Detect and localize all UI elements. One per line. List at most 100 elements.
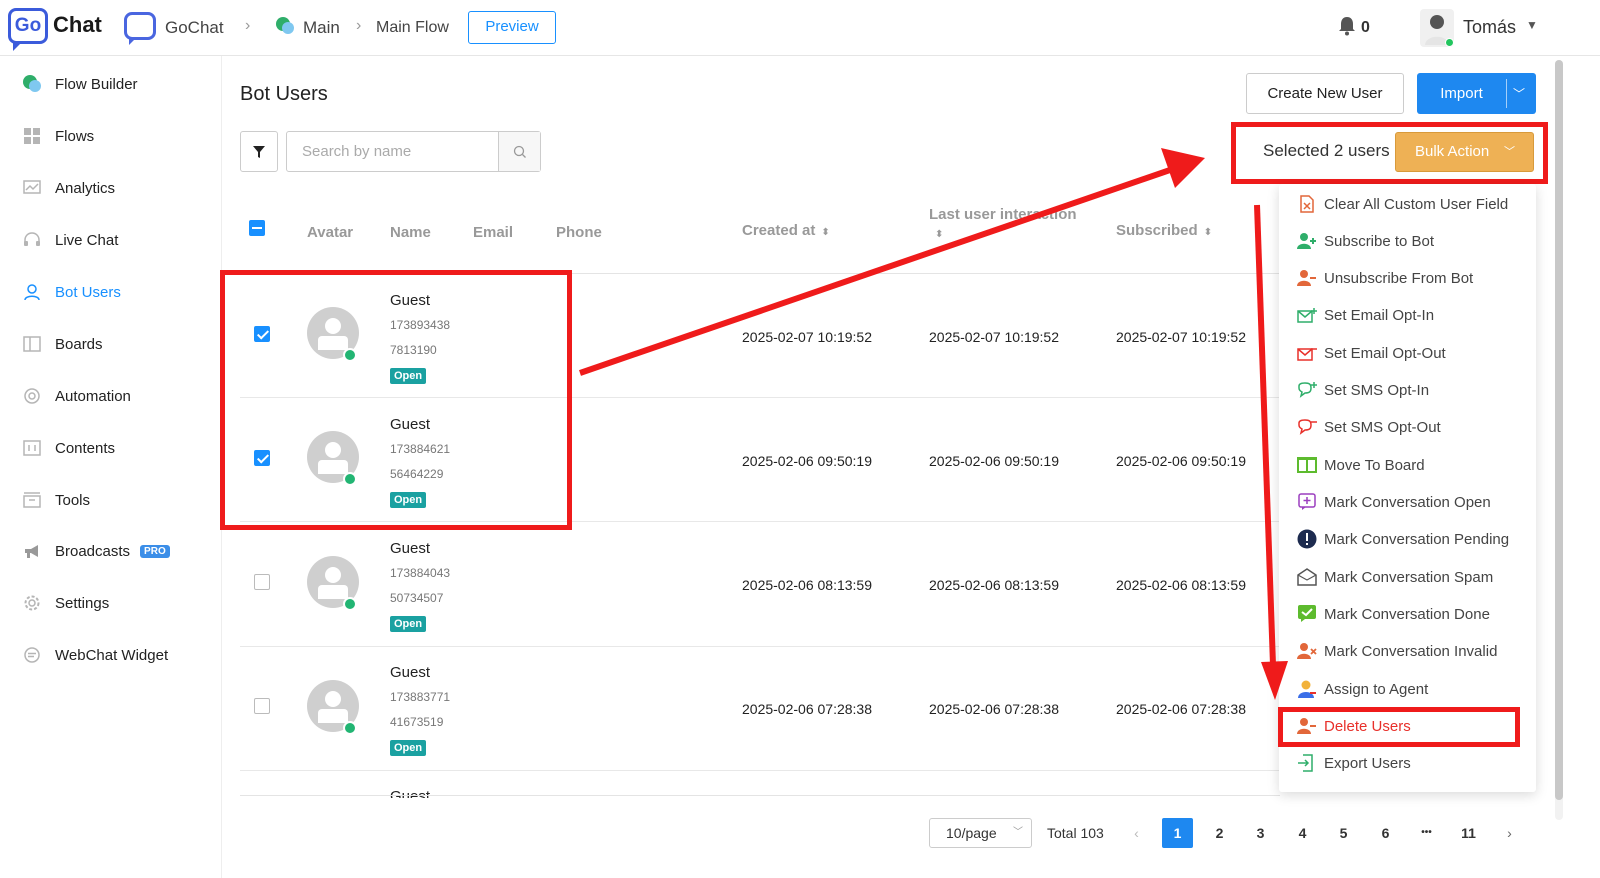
sidebar-item-broadcasts[interactable]: Broadcasts PRO [22, 538, 212, 564]
menu-item-sms-opt-in[interactable]: Set SMS Opt-In [1297, 377, 1527, 403]
user-name[interactable]: Tomás [1463, 17, 1516, 38]
board-icon [22, 334, 42, 354]
menu-item-unsubscribe[interactable]: Unsubscribe From Bot [1297, 265, 1527, 291]
megaphone-icon [22, 541, 42, 561]
menu-item-sms-opt-out[interactable]: Set SMS Opt-Out [1297, 414, 1527, 440]
column-email: Email [473, 224, 514, 241]
menu-item-label: Assign to Agent [1324, 680, 1429, 698]
table-row[interactable]: Guest 173883771 41673519 Open 2025-02-06… [240, 647, 1280, 771]
chat-widget-icon [22, 645, 42, 665]
chevron-down-icon[interactable]: ▼ [1526, 18, 1538, 32]
user-name-cell[interactable]: Guest [390, 788, 430, 798]
import-button[interactable]: Import ﹀ [1417, 73, 1536, 114]
page-button[interactable]: 11 [1453, 818, 1484, 848]
prev-page-button[interactable]: ‹ [1121, 818, 1152, 848]
menu-item-conversation-done[interactable]: Mark Conversation Done [1297, 601, 1527, 627]
menu-item-export-users[interactable]: Export Users [1297, 750, 1527, 776]
page-button[interactable]: 3 [1245, 818, 1276, 848]
last-interaction-cell: 2025-02-06 07:28:38 [929, 701, 1059, 717]
logo-chat: Chat [53, 12, 102, 37]
user-name-cell[interactable]: Guest [390, 540, 430, 557]
agent-icon [1297, 679, 1317, 699]
row-checkbox[interactable] [254, 698, 270, 714]
sidebar-item-analytics[interactable]: Analytics [22, 175, 212, 201]
sidebar-item-automation[interactable]: Automation [22, 383, 212, 409]
sidebar-item-label: Automation [55, 387, 131, 405]
table-row[interactable]: Guest 173884043 50734507 Open 2025-02-06… [240, 523, 1280, 647]
page-button[interactable]: 2 [1204, 818, 1235, 848]
user-avatar[interactable] [1420, 9, 1454, 47]
user-minus-icon [1297, 268, 1317, 288]
workspace-name[interactable]: GoChat [165, 18, 224, 38]
chevron-down-icon[interactable]: ﹀ [1513, 85, 1525, 102]
sort-icon[interactable]: ⬍ [935, 229, 943, 240]
user-id-line2: 50734507 [390, 591, 444, 605]
search-input[interactable] [287, 132, 498, 171]
menu-item-move-to-board[interactable]: Move To Board [1297, 452, 1527, 478]
top-header: Go Chat GoChat › Main › Main Flow Previe… [0, 0, 1600, 56]
page-button[interactable]: 6 [1370, 818, 1401, 848]
breadcrumb-main[interactable]: Main [303, 18, 340, 38]
webchat-channel-icon [343, 721, 357, 735]
column-subscribed[interactable]: Subscribed ⬍ [1116, 222, 1212, 239]
user-name-cell[interactable]: Guest [390, 664, 430, 681]
sort-icon[interactable]: ⬍ [821, 227, 829, 238]
sidebar-item-tools[interactable]: Tools [22, 487, 212, 513]
next-page-button[interactable]: › [1494, 818, 1525, 848]
menu-item-label: Mark Conversation Invalid [1324, 642, 1498, 660]
sidebar-item-label: Bot Users [55, 283, 121, 301]
annotation-highlight-delete [1278, 707, 1520, 747]
subscribed-cell: 2025-02-06 09:50:19 [1116, 453, 1246, 469]
user-plus-icon [1297, 231, 1317, 251]
menu-item-email-opt-out[interactable]: Set Email Opt-Out [1297, 340, 1527, 366]
sidebar-item-webchat-widget[interactable]: WebChat Widget [22, 642, 212, 668]
import-divider [1506, 79, 1507, 108]
automation-icon [22, 386, 42, 406]
bell-icon[interactable] [1338, 16, 1356, 36]
page-size-value: 10/page [946, 825, 997, 841]
menu-item-conversation-pending[interactable]: Mark Conversation Pending [1297, 526, 1527, 552]
menu-item-email-opt-in[interactable]: Set Email Opt-In [1297, 302, 1527, 328]
menu-item-label: Export Users [1324, 754, 1411, 772]
preview-button[interactable]: Preview [468, 11, 556, 44]
flow-builder-icon [22, 74, 42, 94]
user-id-line1: 173883771 [390, 690, 451, 704]
scrollbar[interactable] [1555, 60, 1563, 820]
page-button[interactable]: 5 [1328, 818, 1359, 848]
page-button[interactable]: 1 [1162, 818, 1193, 848]
page-button[interactable]: 4 [1287, 818, 1318, 848]
sidebar-item-flows[interactable]: Flows [22, 123, 212, 149]
menu-item-clear-fields[interactable]: Clear All Custom User Field [1297, 191, 1527, 217]
sidebar-item-settings[interactable]: Settings [22, 590, 212, 616]
spam-icon [1297, 567, 1317, 587]
select-all-checkbox[interactable] [249, 220, 265, 236]
sidebar-item-bot-users[interactable]: Bot Users [22, 279, 212, 305]
board-move-icon [1297, 455, 1317, 475]
sort-icon[interactable]: ⬍ [1204, 227, 1212, 238]
menu-item-label: Mark Conversation Pending [1324, 530, 1510, 548]
create-new-user-button[interactable]: Create New User [1246, 73, 1404, 114]
menu-item-subscribe[interactable]: Subscribe to Bot [1297, 228, 1527, 254]
sidebar-item-contents[interactable]: Contents [22, 435, 212, 461]
filter-button[interactable] [240, 131, 278, 172]
menu-item-conversation-spam[interactable]: Mark Conversation Spam [1297, 564, 1527, 590]
breadcrumb-flow[interactable]: Main Flow [376, 19, 449, 37]
table-bottom-divider [240, 795, 1280, 796]
menu-item-label: Mark Conversation Open [1324, 493, 1491, 511]
pro-badge: PRO [140, 544, 170, 558]
page-size-select[interactable]: 10/page ﹀ [929, 818, 1032, 848]
scrollbar-thumb[interactable] [1555, 60, 1563, 800]
sidebar-item-boards[interactable]: Boards [22, 331, 212, 357]
column-avatar: Avatar [307, 224, 354, 241]
row-checkbox[interactable] [254, 574, 270, 590]
menu-item-conversation-open[interactable]: Mark Conversation Open [1297, 489, 1527, 515]
sidebar-item-live-chat[interactable]: Live Chat [22, 227, 212, 253]
column-created-at[interactable]: Created at ⬍ [742, 222, 830, 239]
column-last-interaction[interactable]: Last user interaction ⬍ [929, 206, 1079, 244]
menu-item-assign-agent[interactable]: Assign to Agent [1297, 676, 1527, 702]
gochat-logo[interactable]: Go Chat [8, 6, 104, 51]
sidebar-item-flow-builder[interactable]: Flow Builder [22, 71, 212, 97]
page-ellipsis[interactable]: ••• [1411, 818, 1442, 848]
menu-item-conversation-invalid[interactable]: Mark Conversation Invalid [1297, 638, 1527, 664]
search-button[interactable] [498, 132, 540, 171]
